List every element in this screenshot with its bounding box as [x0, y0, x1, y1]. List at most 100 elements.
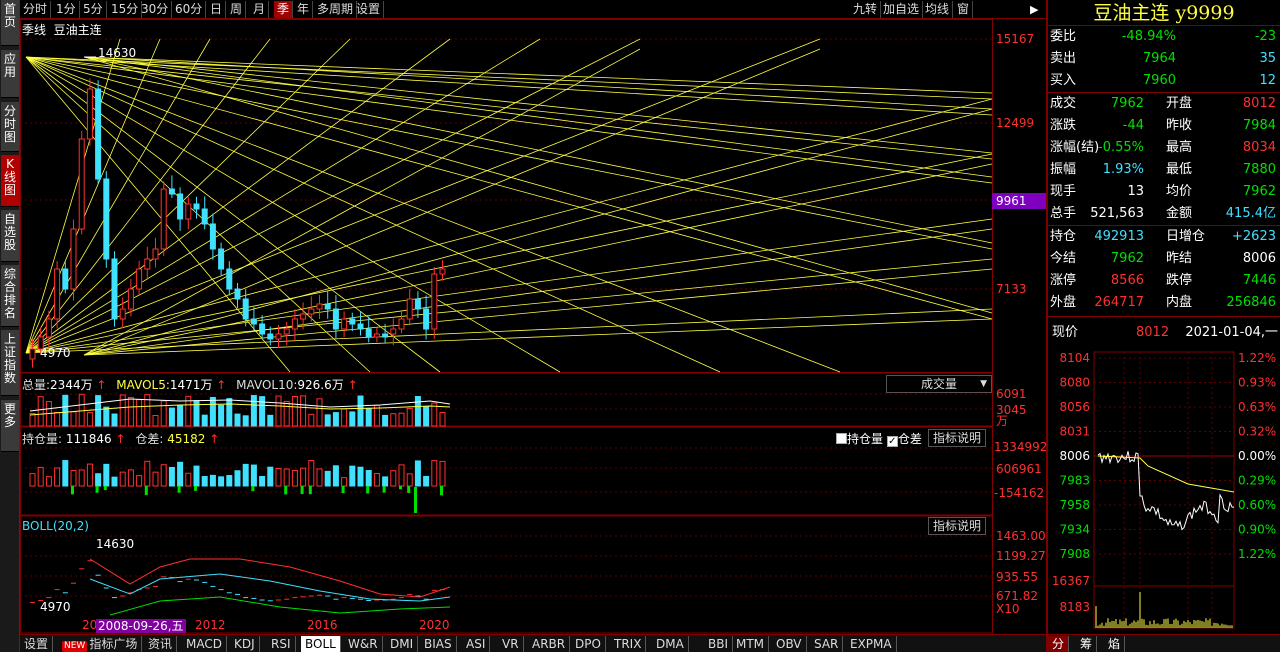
toolbar-button-1[interactable]: 加自选 — [880, 1, 924, 18]
oi-bar — [234, 470, 241, 487]
period-tab-2[interactable]: 5分 — [80, 1, 107, 18]
indicator-tab-16[interactable]: BBI — [704, 636, 734, 652]
up-arrow-icon: ↑ — [343, 378, 358, 392]
period-tab-9[interactable]: 季 — [274, 1, 294, 18]
indicator-tab-8[interactable]: DMI — [386, 636, 419, 652]
intraday-tab-0[interactable]: 分 — [1048, 636, 1070, 652]
boll-high-label: 14630 — [96, 537, 134, 551]
left-tab-5[interactable]: 综合排名 — [1, 265, 19, 327]
candle-body — [291, 318, 298, 330]
indicator-tab-18[interactable]: OBV — [772, 636, 807, 652]
intraday-price-label: 7934 — [1059, 523, 1090, 537]
indicator-tab-19[interactable]: SAR — [810, 636, 844, 652]
period-tab-7[interactable]: 周 — [227, 1, 247, 18]
period-tab-5[interactable]: 60分 — [172, 1, 207, 18]
indicator-tab-11[interactable]: VR — [498, 636, 524, 652]
oi-diff-bar — [177, 486, 181, 493]
left-tab-4[interactable]: 自选股 — [1, 210, 19, 262]
candle-body — [160, 188, 167, 250]
oi-bar — [365, 469, 372, 487]
candle-body — [62, 268, 69, 290]
toolbar-button-3[interactable]: 窗 — [954, 1, 974, 18]
fullscreen-icon[interactable]: ▶ — [1030, 2, 1044, 17]
indicator-tab-20[interactable]: EXPMA — [846, 636, 897, 652]
fan-line — [83, 56, 993, 110]
chart-instrument-name: 豆油主连 — [53, 23, 102, 37]
indicator-tab-9[interactable]: BIAS — [420, 636, 457, 652]
oi-diff-checkbox[interactable]: ✓ — [886, 436, 898, 447]
volume-bar — [414, 395, 421, 427]
period-tab-6[interactable]: 日 — [207, 1, 227, 18]
oi-diff-bar — [103, 486, 107, 491]
indicator-tab-14[interactable]: TRIX — [610, 636, 647, 652]
period-tab-8[interactable]: 月 — [250, 1, 270, 18]
oi-bar — [316, 468, 323, 487]
quote-value: 492913 — [1094, 229, 1144, 244]
boll-help-button[interactable]: 指标说明 — [928, 517, 987, 535]
candle-body — [242, 298, 249, 320]
quote-row: 现手 13 均价 7962 — [1048, 181, 1280, 203]
indicator-tabs: 设置 NEW 指标广场 资讯 MACD KDJ RSI BOLL W&R DMI BIAS ASI VR… — [20, 634, 1046, 652]
mavol10-value: 926.6万 — [297, 378, 344, 392]
candle-body — [300, 313, 307, 320]
candle-body — [144, 258, 151, 270]
indicator-tab-6[interactable]: BOLL — [301, 636, 341, 652]
oi-bar — [267, 466, 274, 487]
quote-value: 8566 — [1110, 273, 1144, 288]
candle-body — [316, 303, 323, 310]
period-tab-1[interactable]: 1分 — [53, 1, 80, 18]
oi-bar — [431, 460, 438, 487]
period-tab-10[interactable]: 年 — [294, 1, 314, 18]
left-tab-6[interactable]: 上证指数 — [1, 330, 19, 396]
intraday-tab-1[interactable]: 筹 — [1076, 636, 1098, 652]
left-tab-1[interactable]: 应用 — [1, 50, 19, 98]
indicator-tab-5[interactable]: RSI — [267, 636, 296, 652]
intraday-price-label: 8006 — [1059, 449, 1090, 463]
indicator-tab-2[interactable]: 资讯 — [144, 636, 178, 652]
intraday-chart[interactable]: 8104 1.22% 8080 0.93% 8056 0.63% 8031 0.32% 8006… — [1048, 346, 1280, 634]
oi-help-button[interactable]: 指标说明 — [928, 429, 987, 447]
candle-body — [259, 323, 266, 335]
candle-body — [431, 273, 438, 330]
quote-label: 昨结 — [1166, 251, 1193, 266]
toolbar-button-2[interactable]: 均线 — [922, 1, 954, 18]
indicator-tab-15[interactable]: DMA — [652, 636, 689, 652]
indicator-tab-12[interactable]: ARBR — [528, 636, 571, 652]
oi-bar — [242, 463, 249, 487]
left-tab-0[interactable]: 首页 — [1, 0, 19, 46]
indicator-tab-4[interactable]: KDJ — [230, 636, 260, 652]
indicator-tab-17[interactable]: MTM — [732, 636, 770, 652]
quote-title: 豆油主连 y9999 — [1048, 0, 1280, 26]
indicator-tab-7[interactable]: W&R — [344, 636, 383, 652]
fan-line — [83, 48, 641, 356]
quote-label: 跌停 — [1166, 273, 1193, 288]
volume-bar — [70, 411, 77, 427]
left-tab-3[interactable]: K线图 — [1, 155, 19, 207]
chevron-down-icon: ▼ — [980, 379, 987, 389]
volume-bar — [234, 413, 241, 427]
period-tab-12[interactable]: 设置 — [353, 1, 385, 18]
oi-diff-bar — [366, 486, 370, 494]
left-tab-2[interactable]: 分时图 — [1, 102, 19, 152]
indicator-tab-10[interactable]: ASI — [462, 636, 491, 652]
kline-chart[interactable]: 15167124999961713360913045万1334992606961… — [20, 19, 1046, 634]
toolbar-button-0[interactable]: 九转 — [850, 1, 882, 18]
indicator-tab-1[interactable]: NEW 指标广场 — [58, 636, 143, 652]
intraday-tab-2[interactable]: 焰 — [1104, 636, 1126, 652]
candle-body — [365, 328, 372, 338]
oi-bar — [168, 466, 175, 487]
period-tab-11[interactable]: 多周期 — [314, 1, 358, 18]
volume-bar — [62, 394, 69, 427]
left-tab-7[interactable]: 更多 — [1, 400, 19, 452]
indicator-select[interactable]: 成交量 ▼ — [886, 375, 992, 393]
candle-body — [226, 268, 233, 290]
indicator-tab-3[interactable]: MACD — [182, 636, 227, 652]
period-tab-4[interactable]: 30分 — [138, 1, 173, 18]
indicator-tab-0[interactable]: 设置 — [20, 636, 54, 652]
divider — [1048, 316, 1280, 317]
boll-mid-line — [89, 573, 451, 602]
boll-axis-label: 1463.00 — [996, 529, 1046, 543]
oi-checkbox[interactable] — [836, 433, 847, 444]
indicator-tab-13[interactable]: DPO — [571, 636, 606, 652]
period-tab-0[interactable]: 分时 — [20, 1, 52, 18]
